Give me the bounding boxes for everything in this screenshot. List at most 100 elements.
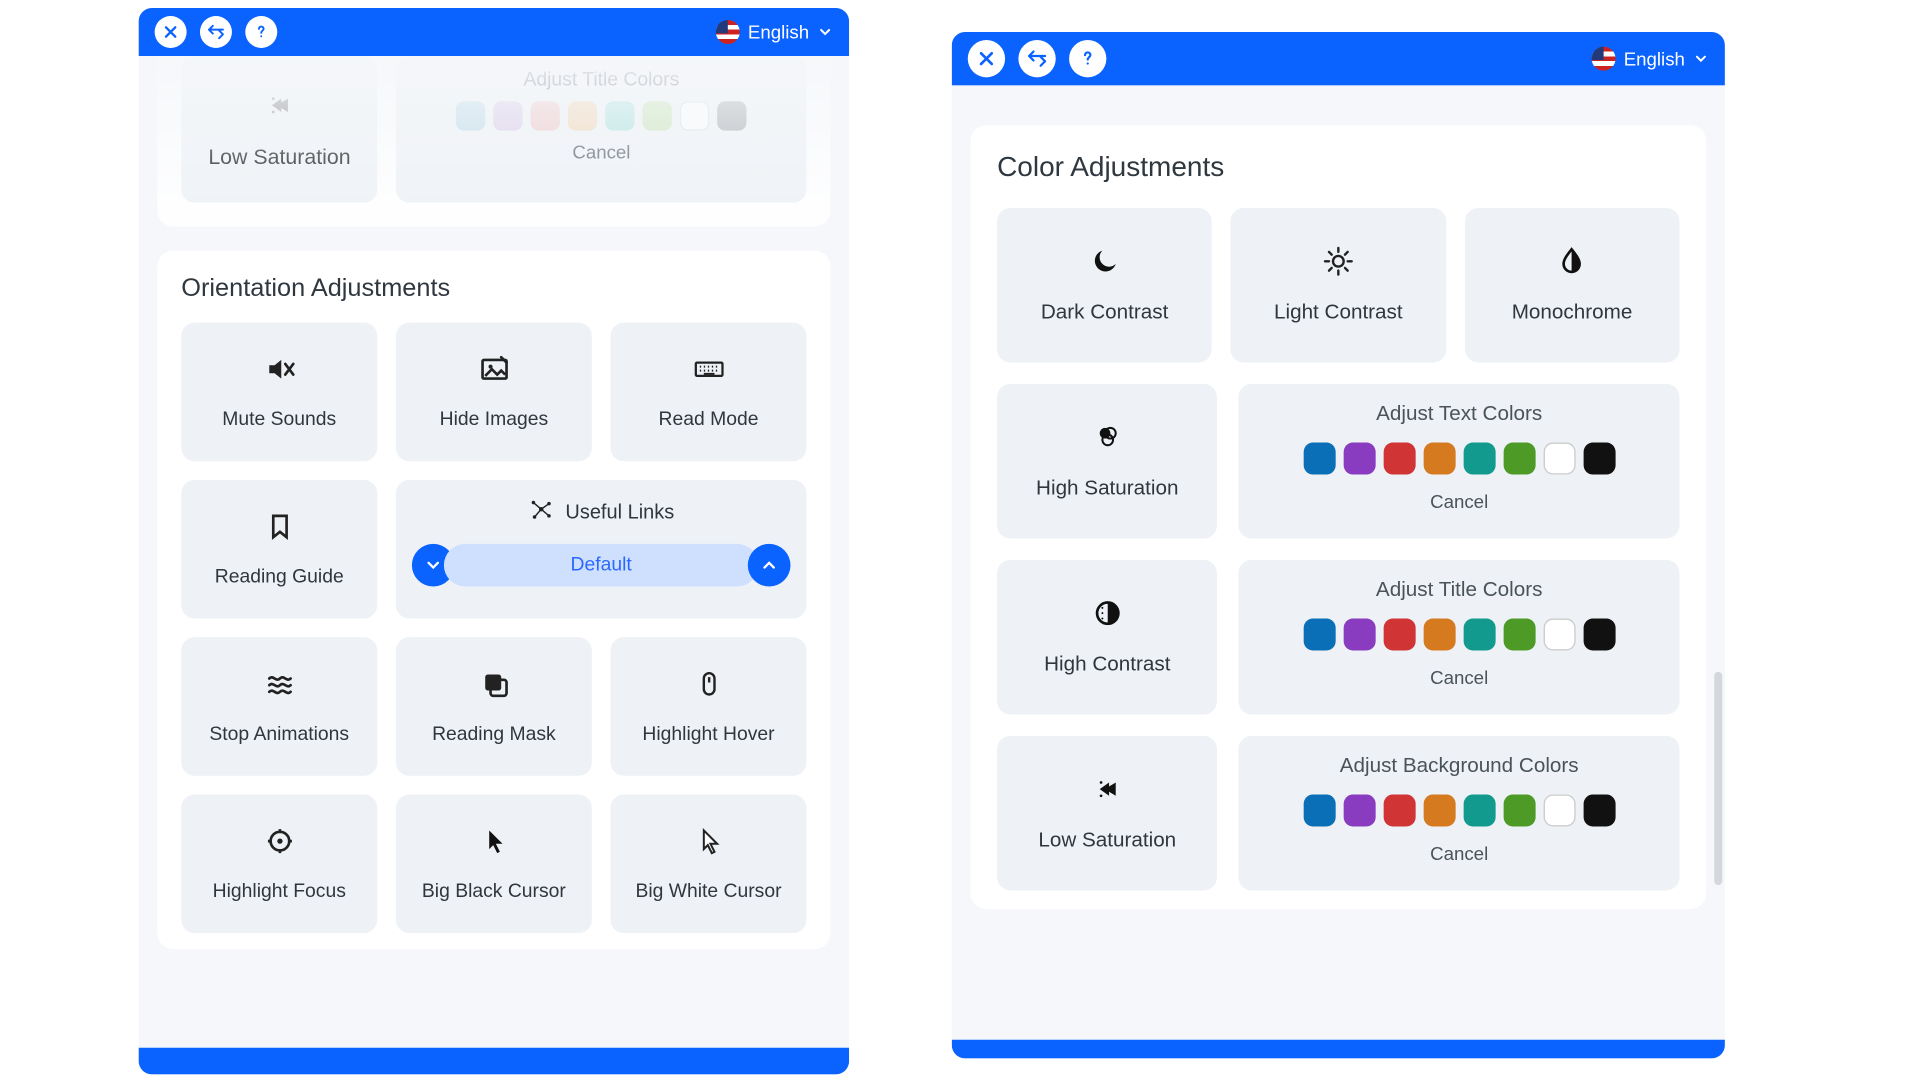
tile-adjust-text-colors: Adjust Text Colors Cancel [1239,384,1680,539]
color-swatch[interactable] [680,101,709,130]
section-title: Orientation Adjustments [181,275,806,304]
color-swatch[interactable] [1423,794,1455,826]
color-swatch[interactable] [1303,443,1335,475]
accessibility-panel-left: English Low Saturation Adjust Title Colo… [139,8,849,1074]
panel-body: Color Adjustments Dark Contrast Light Co… [952,85,1725,1039]
tile-dark-contrast[interactable]: Dark Contrast [997,208,1212,363]
color-tile-title: Adjust Title Colors [523,69,679,90]
tile-highlight-hover[interactable]: Highlight Hover [611,637,807,776]
color-swatch[interactable] [456,101,485,130]
tile-label: High Saturation [1036,477,1178,501]
bookmark-icon [263,511,295,548]
tile-label: Light Contrast [1274,301,1403,325]
tile-label: Hide Images [440,409,549,430]
color-swatch[interactable] [1503,443,1535,475]
color-swatch[interactable] [643,101,672,130]
color-tile-title: Adjust Text Colors [1376,403,1542,427]
close-icon [161,23,180,42]
cursor-white-icon [692,825,724,862]
help-button[interactable] [245,16,277,48]
bottom-bar [952,1040,1725,1059]
language-selector[interactable]: English [716,20,833,44]
flag-us-icon [716,20,740,44]
bottom-bar [139,1048,849,1075]
tile-light-contrast[interactable]: Light Contrast [1231,208,1446,363]
color-swatch[interactable] [1303,794,1335,826]
color-swatch[interactable] [1463,443,1495,475]
color-swatch[interactable] [1463,619,1495,651]
tile-read-mode[interactable]: Read Mode [611,323,807,462]
tile-mute-sounds[interactable]: Mute Sounds [181,323,377,462]
useful-links-selector: Default [412,544,791,587]
color-swatch[interactable] [1503,619,1535,651]
selector-next-button[interactable] [748,544,791,587]
tile-label: Low Saturation [1038,829,1176,853]
tile-label: Mute Sounds [222,409,336,430]
color-swatch[interactable] [493,101,522,130]
tile-label: High Contrast [1044,653,1170,677]
cancel-button[interactable]: Cancel [1430,491,1488,512]
tile-label: Reading Guide [215,567,344,588]
color-swatch[interactable] [1543,619,1575,651]
swatch-row [1303,443,1615,475]
tile-reading-guide[interactable]: Reading Guide [181,480,377,619]
color-swatch[interactable] [1423,443,1455,475]
moon-icon [1089,245,1121,282]
tile-low-saturation-faded[interactable]: Low Saturation [181,56,377,203]
color-swatch[interactable] [1383,794,1415,826]
target-icon [263,825,295,862]
help-icon [1077,48,1098,69]
color-swatch[interactable] [1583,794,1615,826]
mouse-icon [692,668,724,705]
close-button[interactable] [968,40,1005,77]
color-swatch[interactable] [568,101,597,130]
cursor-black-icon [478,825,510,862]
tile-high-contrast[interactable]: High Contrast [997,560,1217,715]
language-label: English [1624,48,1685,69]
color-swatch[interactable] [1463,794,1495,826]
close-icon [976,48,997,69]
network-icon [528,496,555,528]
partial-card: Low Saturation Adjust Title Colors [157,56,830,227]
tile-label: Big White Cursor [635,881,781,902]
color-swatch[interactable] [1383,619,1415,651]
tile-big-black-cursor[interactable]: Big Black Cursor [396,794,592,933]
tile-adjust-background-colors: Adjust Background Colors Cancel [1239,736,1680,891]
color-swatch[interactable] [1343,443,1375,475]
tile-big-white-cursor[interactable]: Big White Cursor [611,794,807,933]
cancel-button[interactable]: Cancel [572,141,630,162]
low-saturation-icon [1091,773,1123,810]
cancel-button[interactable]: Cancel [1430,842,1488,863]
color-swatch[interactable] [1583,619,1615,651]
color-swatch[interactable] [717,101,746,130]
cancel-button[interactable]: Cancel [1430,667,1488,688]
color-swatch[interactable] [1543,443,1575,475]
color-swatch[interactable] [1343,794,1375,826]
color-swatch[interactable] [1583,443,1615,475]
color-swatch[interactable] [1303,619,1335,651]
tile-highlight-focus[interactable]: Highlight Focus [181,794,377,933]
color-swatch[interactable] [1343,619,1375,651]
tile-monochrome[interactable]: Monochrome [1465,208,1680,363]
swap-button[interactable] [200,16,232,48]
close-button[interactable] [155,16,187,48]
color-swatch[interactable] [1383,443,1415,475]
language-selector[interactable]: English [1592,47,1709,71]
tile-stop-animations[interactable]: Stop Animations [181,637,377,776]
color-swatch[interactable] [1543,794,1575,826]
keyboard-icon [692,353,724,390]
color-swatch[interactable] [1503,794,1535,826]
tile-hide-images[interactable]: Hide Images [396,323,592,462]
help-button[interactable] [1069,40,1106,77]
selector-value[interactable]: Default [444,544,759,587]
color-swatch[interactable] [1423,619,1455,651]
tile-high-saturation[interactable]: High Saturation [997,384,1217,539]
tile-reading-mask[interactable]: Reading Mask [396,637,592,776]
color-swatch[interactable] [531,101,560,130]
swatch-row [456,101,747,130]
color-swatch[interactable] [605,101,634,130]
tile-low-saturation[interactable]: Low Saturation [997,736,1217,891]
tile-label: Reading Mask [432,724,556,745]
swap-button[interactable] [1018,40,1055,77]
scrollbar-thumb[interactable] [1714,672,1722,885]
